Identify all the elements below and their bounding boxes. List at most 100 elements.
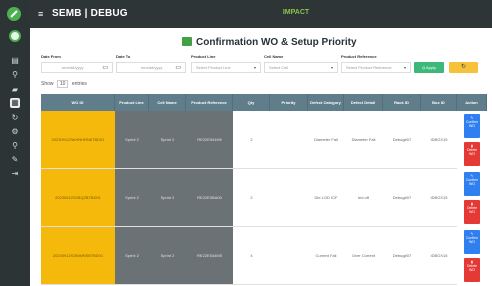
calendar-icon[interactable]: ▭ [175,63,181,73]
priority-input[interactable] [270,227,308,285]
confirm-label: Confirm WO [465,178,479,186]
refresh-icon[interactable]: ↻ [10,113,20,123]
col-header[interactable]: Priority [270,94,308,111]
date-to-input[interactable]: mm/dd/yyyy ▭ [116,62,186,73]
table-cell: Diameter Fail [308,111,344,169]
page-title: Confirmation WO & Setup Priority [182,37,357,48]
cell-name-label: Cell Name [264,54,284,59]
wo-table: WO ID Product Line Cell Name Product Ref… [41,94,487,286]
chevron-down-icon: ▾ [403,65,406,70]
brand-text: IMPACT [282,9,310,16]
table-cell: Sprint 2 [149,227,186,285]
product-reference-label: Product Reference [341,54,377,59]
date-to-label: Date To [116,54,131,59]
table-cell: RE22E544M5 [186,227,233,285]
table-cell: 4 [233,227,270,285]
table-cell: Sprint 2 [115,169,149,227]
table-cell: Sprint 2 [149,169,186,227]
col-header[interactable]: Qty [233,94,270,111]
delete-label: Delete WO [466,206,478,214]
table-cell: RE22E0BA00 [186,169,233,227]
settings-icon[interactable]: ⚙ [10,127,20,137]
product-reference-select[interactable]: Select Product Reference ▾ [341,62,411,73]
delete-wo-button[interactable]: ▮ Delete WO [464,200,480,224]
page-title-text: Confirmation WO & Setup Priority [196,37,357,48]
confirm-wo-button[interactable]: ✎ Confirm WO [464,230,480,254]
col-header[interactable]: Defect Detail [344,94,383,111]
calendar-icon[interactable]: ▭ [102,63,108,73]
chevron-down-icon: ▾ [330,65,333,70]
entries-select[interactable]: 10 [56,80,69,88]
table-cell: Current Fail [308,227,344,285]
date-from-value: mm/dd/yyyy [62,65,84,70]
sidebar: ▤ ⚲ ▰ ▦ ↻ ⚙ ⚲ ✎ ⇥ [0,0,30,286]
entries-length: Show 10 entries [41,80,87,88]
table-cell: 2 [233,111,270,169]
table-cell: RE22E544H5 [186,111,233,169]
delete-label: Delete WO [466,264,478,272]
search-alt-icon[interactable]: ⚲ [10,141,20,151]
brand-logo: IMPACT [276,6,316,22]
table-cell: Die LOD ICF [308,169,344,227]
show-prefix: Show [41,81,54,87]
table-cell: Sprint 2 [115,111,149,169]
table-cell-wo-id: 20230912S2MWNSB7BD01 [41,227,115,285]
logout-icon[interactable]: ⇥ [10,169,20,179]
confirm-label: Confirm WO [465,120,479,128]
delete-wo-button[interactable]: ▮ Delete WO [464,258,480,282]
reset-button[interactable]: ↻ [449,62,478,73]
table-cell-wo-id: 202309122WHNHRN8TBD01 [41,111,115,169]
table-cell: Debug#07 [383,111,421,169]
priority-input[interactable] [270,169,308,227]
priority-input[interactable] [270,111,308,169]
date-from-input[interactable]: mm/dd/yyyy ▭ [41,62,113,73]
search-icon[interactable]: ⚲ [10,70,20,80]
col-header[interactable]: Product Line [115,94,149,111]
delete-wo-button[interactable]: ▮ Delete WO [464,142,480,166]
truck-icon[interactable]: ▰ [10,85,20,95]
product-reference-placeholder: Select Product Reference [346,65,392,70]
col-header[interactable]: Product Reference [186,94,233,111]
table-cell: Debug#07 [383,227,421,285]
date-from-label: Date From [41,54,61,59]
col-header[interactable]: Rack ID [383,94,421,111]
apply-button[interactable]: Q Apply [414,62,444,73]
avatar-icon[interactable] [9,30,21,42]
chevron-down-icon: ▾ [253,65,256,70]
table-icon [182,37,192,46]
logo-icon[interactable] [6,6,22,22]
confirm-wo-button[interactable]: ✎ Confirm WO [464,114,480,138]
product-line-placeholder: Select Product Line [196,65,231,70]
pin-icon[interactable]: ✎ [10,155,20,165]
col-header[interactable]: Action [457,94,487,111]
table-cell: IDBOX15 [421,169,457,227]
col-header[interactable]: Defect Category [308,94,344,111]
table-cell: Debug#07 [383,169,421,227]
cell-name-select[interactable]: Select Cell ▾ [264,62,338,73]
col-header[interactable]: Box ID [421,94,457,111]
menu-icon[interactable]: ≡ [38,9,43,19]
table-cell-wo-id: 20230912S2BQ2BTBD01 [41,169,115,227]
dashboard-icon[interactable]: ▤ [10,56,20,66]
product-line-label: Product Line [191,54,216,59]
table-cell: Sprint 2 [149,111,186,169]
table-nav-icon[interactable]: ▦ [10,98,20,108]
confirm-wo-button[interactable]: ✎ Confirm WO [464,172,480,196]
app-title: SEMB | DEBUG [52,8,128,19]
table-cell: Diameter Fail [344,111,383,169]
table-cell: led off [344,169,383,227]
show-suffix: entries [71,81,87,87]
table-cell: Over Current [344,227,383,285]
table-cell: IDBOX15 [421,227,457,285]
confirm-label: Confirm WO [465,236,479,244]
col-header[interactable]: WO ID [41,94,115,111]
delete-label: Delete WO [466,148,478,156]
top-bar: ≡ SEMB | DEBUG IMPACT [30,0,492,28]
product-line-select[interactable]: Select Product Line ▾ [191,62,261,73]
table-cell: 2 [233,169,270,227]
date-to-value: mm/dd/yyyy [141,65,163,70]
cell-name-placeholder: Select Cell [269,65,289,70]
table-cell: IDBOX15 [421,111,457,169]
table-cell: Sprint 2 [115,227,149,285]
col-header[interactable]: Cell Name [149,94,186,111]
